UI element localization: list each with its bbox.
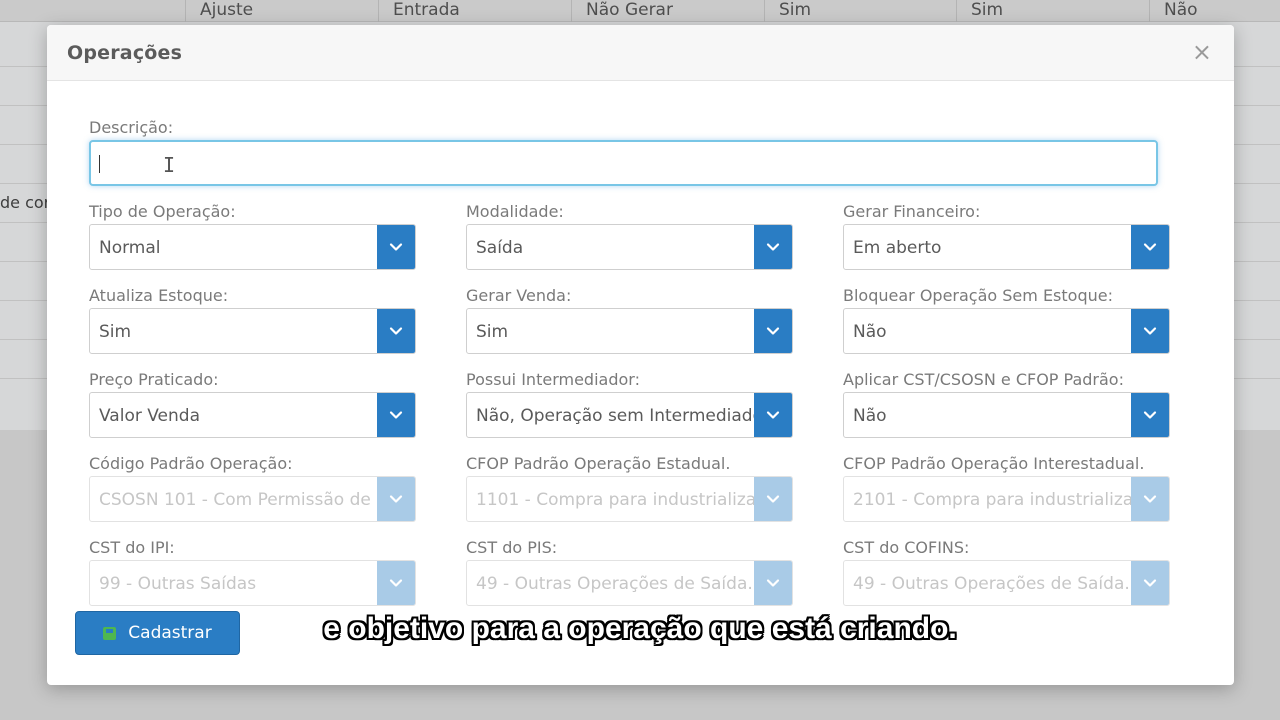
descricao-input[interactable] bbox=[89, 140, 1158, 186]
field-9-select[interactable]: Não bbox=[843, 392, 1170, 438]
field-13-select: 99 - Outras Saídas bbox=[89, 560, 416, 606]
field-15-label: CST do COFINS: bbox=[843, 538, 970, 557]
chevron-down-icon[interactable] bbox=[754, 225, 792, 269]
chevron-down-icon[interactable] bbox=[377, 225, 415, 269]
chevron-down-icon bbox=[377, 477, 415, 521]
descricao-label: Descrição: bbox=[89, 118, 174, 137]
chevron-down-icon[interactable] bbox=[754, 309, 792, 353]
chevron-down-icon[interactable] bbox=[1131, 309, 1169, 353]
field-15-select: 49 - Outras Operações de Saída. bbox=[843, 560, 1170, 606]
ibeam-cursor-icon: I bbox=[163, 153, 176, 177]
modal-header: Operações × bbox=[47, 25, 1234, 81]
field-11-value: 1101 - Compra para industrialização bbox=[476, 490, 756, 510]
chevron-down-icon bbox=[1131, 477, 1169, 521]
chevron-down-icon bbox=[377, 561, 415, 605]
field-14-value: 49 - Outras Operações de Saída. bbox=[476, 574, 753, 594]
field-10-label: Código Padrão Operação: bbox=[89, 454, 293, 473]
field-8-select[interactable]: Não, Operação sem Intermediador bbox=[466, 392, 793, 438]
field-10-value: CSOSN 101 - Com Permissão de Crédito bbox=[99, 490, 379, 510]
field-12-label: CFOP Padrão Operação Interestadual. bbox=[843, 454, 1145, 473]
text-caret bbox=[99, 155, 100, 173]
field-6-select[interactable]: Não bbox=[843, 308, 1170, 354]
chevron-down-icon[interactable] bbox=[377, 393, 415, 437]
chevron-down-icon[interactable] bbox=[1131, 393, 1169, 437]
field-14-select: 49 - Outras Operações de Saída. bbox=[466, 560, 793, 606]
field-12-value: 2101 - Compra para industrialização bbox=[853, 490, 1133, 510]
operacoes-modal: Operações × Descrição: I Tipo de Operaçã… bbox=[47, 25, 1234, 685]
field-9-value: Não bbox=[853, 406, 887, 426]
close-icon[interactable]: × bbox=[1192, 39, 1212, 65]
field-1-value: Normal bbox=[99, 238, 161, 258]
field-8-label: Possui Intermediador: bbox=[466, 370, 640, 389]
field-4-label: Atualiza Estoque: bbox=[89, 286, 229, 305]
chevron-down-icon[interactable] bbox=[1131, 225, 1169, 269]
field-11-select: 1101 - Compra para industrialização bbox=[466, 476, 793, 522]
field-4-select[interactable]: Sim bbox=[89, 308, 416, 354]
field-12-select: 2101 - Compra para industrialização bbox=[843, 476, 1170, 522]
chevron-down-icon[interactable] bbox=[377, 309, 415, 353]
field-3-select[interactable]: Em aberto bbox=[843, 224, 1170, 270]
chevron-down-icon bbox=[754, 561, 792, 605]
field-2-select[interactable]: Saída bbox=[466, 224, 793, 270]
modal-title: Operações bbox=[67, 42, 183, 64]
field-5-label: Gerar Venda: bbox=[466, 286, 572, 305]
field-13-value: 99 - Outras Saídas bbox=[99, 574, 257, 594]
field-3-label: Gerar Financeiro: bbox=[843, 202, 981, 221]
field-2-value: Saída bbox=[476, 238, 524, 258]
chevron-down-icon bbox=[1131, 561, 1169, 605]
field-11-label: CFOP Padrão Operação Estadual. bbox=[466, 454, 731, 473]
field-5-value: Sim bbox=[476, 322, 509, 342]
chevron-down-icon[interactable] bbox=[754, 393, 792, 437]
field-6-label: Bloquear Operação Sem Estoque: bbox=[843, 286, 1113, 305]
field-1-select[interactable]: Normal bbox=[89, 224, 416, 270]
field-4-value: Sim bbox=[99, 322, 132, 342]
field-6-value: Não bbox=[853, 322, 887, 342]
field-2-label: Modalidade: bbox=[466, 202, 564, 221]
field-15-value: 49 - Outras Operações de Saída. bbox=[853, 574, 1130, 594]
field-9-label: Aplicar CST/CSOSN e CFOP Padrão: bbox=[843, 370, 1124, 389]
field-7-select[interactable]: Valor Venda bbox=[89, 392, 416, 438]
field-5-select[interactable]: Sim bbox=[466, 308, 793, 354]
field-10-select: CSOSN 101 - Com Permissão de Crédito bbox=[89, 476, 416, 522]
chevron-down-icon bbox=[754, 477, 792, 521]
field-8-value: Não, Operação sem Intermediador bbox=[476, 406, 756, 426]
field-3-value: Em aberto bbox=[853, 238, 942, 258]
field-13-label: CST do IPI: bbox=[89, 538, 175, 557]
field-7-value: Valor Venda bbox=[99, 406, 200, 426]
field-1-label: Tipo de Operação: bbox=[89, 202, 236, 221]
video-subtitle: e objetivo para a operação que está cria… bbox=[323, 612, 957, 645]
field-7-label: Preço Praticado: bbox=[89, 370, 219, 389]
field-14-label: CST do PIS: bbox=[466, 538, 558, 557]
